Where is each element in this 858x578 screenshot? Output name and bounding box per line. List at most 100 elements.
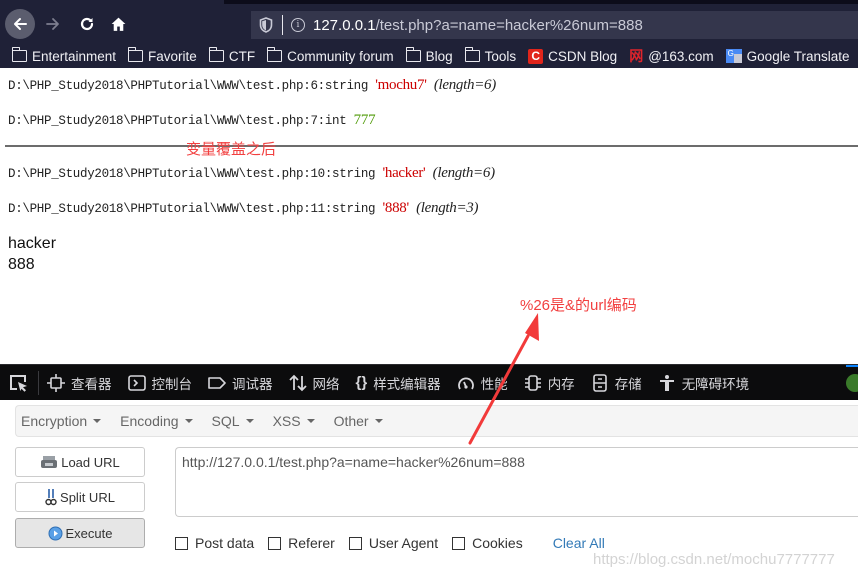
devtools-tab-accessibility[interactable]: 无障碍环境 — [658, 373, 750, 393]
checkbox-referer[interactable]: Referer — [268, 535, 335, 551]
var-dump-line: D:\PHP_Study2018\PHPTutorial\WWW\test.ph… — [8, 112, 376, 129]
devtools-tab-performance[interactable]: 性能 — [457, 373, 508, 393]
bookmark-favorite[interactable]: Favorite — [128, 47, 197, 64]
var-dump-line: D:\PHP_Study2018\PHPTutorial\WWW\test.ph… — [8, 165, 495, 182]
folder-icon — [128, 47, 144, 62]
home-button[interactable] — [103, 9, 133, 39]
annotation-url-encoding: %26是&的url编码 — [520, 297, 637, 314]
screenshot-root: i 127.0.0.1/test.php?a=name=hacker%26num… — [0, 0, 858, 578]
menu-label: Other — [333, 413, 369, 429]
back-button[interactable] — [5, 9, 35, 39]
tab-label: 控制台 — [151, 376, 193, 392]
hackbar-menubar: Encryption Encoding SQL XSS Other — [15, 405, 858, 437]
bookmark-entertainment[interactable]: Entertainment — [12, 47, 117, 64]
bookmark-tools[interactable]: Tools — [464, 47, 516, 64]
folder-icon — [405, 47, 421, 62]
play-icon — [48, 526, 62, 540]
devtools-tab-storage[interactable]: 存储 — [591, 373, 642, 393]
site-info-icon[interactable]: i — [291, 18, 305, 32]
checkbox-box[interactable] — [175, 536, 188, 550]
hackbar-panel: Encryption Encoding SQL XSS Other Load U… — [0, 400, 858, 578]
checkbox-label: Referer — [288, 535, 335, 551]
bookmark-163-mail[interactable]: 网 @163.com — [629, 46, 713, 66]
reload-icon — [80, 17, 94, 31]
checkbox-user-agent[interactable]: User Agent — [348, 535, 438, 551]
devtools-tab-network[interactable]: 网络 — [288, 373, 340, 393]
options-row: Post data Referer User Agent Cookies Cle… — [175, 535, 605, 551]
163-mail-icon: 网 — [629, 48, 644, 64]
echo-output-line: 888 — [8, 256, 35, 273]
dump-length: (length=6) — [433, 77, 496, 93]
menu-label: Encryption — [21, 413, 88, 429]
bookmark-label: CTF — [228, 48, 256, 64]
caret-down-icon — [184, 419, 193, 423]
folder-icon — [464, 47, 480, 62]
menu-label: XSS — [272, 413, 301, 429]
bookmark-ctf[interactable]: CTF — [208, 47, 256, 64]
caret-down-icon — [93, 419, 102, 423]
menu-encoding[interactable]: Encoding — [120, 413, 193, 429]
forward-button[interactable] — [38, 9, 68, 39]
dump-value: 'mochu7' — [375, 77, 427, 93]
menu-sql[interactable]: SQL — [212, 413, 254, 429]
tracking-protection-icon[interactable] — [259, 17, 273, 33]
debugger-icon — [208, 376, 226, 389]
dump-length: (length=3) — [416, 200, 479, 216]
bookmark-label: Entertainment — [32, 48, 117, 64]
dump-path: D:\PHP_Study2018\PHPTutorial\WWW\test.ph… — [8, 202, 383, 216]
url-textarea[interactable]: http://127.0.0.1/test.php?a=name=hacker%… — [175, 447, 858, 517]
bookmark-csdn-blog[interactable]: C CSDN Blog — [528, 48, 617, 64]
bookmark-blog[interactable]: Blog — [405, 47, 453, 64]
split-url-button[interactable]: Split URL — [15, 482, 145, 512]
devtools-tab-inspector[interactable]: 查看器 — [47, 373, 112, 393]
home-icon — [111, 17, 125, 31]
clear-all-link[interactable]: Clear All — [553, 535, 605, 551]
devtools-tab-style-editor[interactable]: {} 样式编辑器 — [356, 373, 441, 393]
page-content: D:\PHP_Study2018\PHPTutorial\WWW\test.ph… — [0, 68, 858, 364]
echo-output-line: hacker — [8, 235, 57, 252]
reload-button[interactable] — [72, 9, 102, 39]
menu-xss[interactable]: XSS — [273, 413, 315, 429]
devtools-tab-console[interactable]: 控制台 — [127, 373, 193, 393]
memory-icon — [524, 374, 541, 391]
url-bar[interactable]: i 127.0.0.1/test.php?a=name=hacker%26num… — [251, 11, 858, 39]
console-icon — [127, 374, 146, 391]
url-text[interactable]: 127.0.0.1/test.php?a=name=hacker%26num=8… — [313, 17, 643, 34]
menu-other[interactable]: Other — [334, 413, 383, 429]
checkbox-cookies[interactable]: Cookies — [452, 535, 523, 551]
network-icon — [288, 374, 307, 391]
dump-value: 'hacker' — [382, 165, 426, 181]
element-picker-icon[interactable] — [8, 373, 30, 393]
bookmark-google-translate[interactable]: G Google Translate — [725, 49, 849, 64]
hackbar-extension-icon[interactable] — [846, 374, 858, 392]
back-icon — [14, 18, 27, 30]
checkbox-box[interactable] — [348, 536, 362, 550]
style-editor-icon: {} — [355, 374, 368, 391]
dump-value: 777 — [353, 112, 376, 128]
execute-button[interactable]: Execute — [15, 518, 145, 548]
menu-encryption[interactable]: Encryption — [21, 413, 102, 429]
dump-path: D:\PHP_Study2018\PHPTutorial\WWW\test.ph… — [8, 114, 354, 128]
devtools-tab-memory[interactable]: 内存 — [524, 373, 575, 393]
checkbox-label: Cookies — [472, 535, 523, 551]
tab-label: 无障碍环境 — [681, 376, 750, 392]
checkbox-box[interactable] — [268, 536, 282, 550]
dump-path: D:\PHP_Study2018\PHPTutorial\WWW\test.ph… — [8, 167, 383, 181]
checkbox-box[interactable] — [452, 536, 466, 550]
var-dump-line: D:\PHP_Study2018\PHPTutorial\WWW\test.ph… — [8, 200, 478, 217]
storage-icon — [592, 373, 607, 392]
button-label: Execute — [65, 525, 113, 541]
button-label: Split URL — [60, 489, 115, 505]
devtools-toolbar: 查看器 控制台 调试器 网络 {} 样式编辑器 性能 内存 存储 无障碍环境 — [0, 364, 858, 400]
checkbox-post-data[interactable]: Post data — [175, 535, 254, 551]
var-dump-line: D:\PHP_Study2018\PHPTutorial\WWW\test.ph… — [8, 77, 496, 94]
bookmark-community-forum[interactable]: Community forum — [267, 47, 394, 64]
csdn-icon: C — [528, 48, 544, 64]
dump-value: '888' — [382, 200, 409, 216]
folder-icon — [208, 47, 224, 62]
load-url-button[interactable]: Load URL — [15, 447, 145, 477]
checkbox-label: Post data — [195, 535, 255, 551]
dump-path: D:\PHP_Study2018\PHPTutorial\WWW\test.ph… — [8, 79, 376, 93]
devtools-tab-debugger[interactable]: 调试器 — [208, 373, 273, 393]
dump-length: (length=6) — [432, 165, 495, 181]
